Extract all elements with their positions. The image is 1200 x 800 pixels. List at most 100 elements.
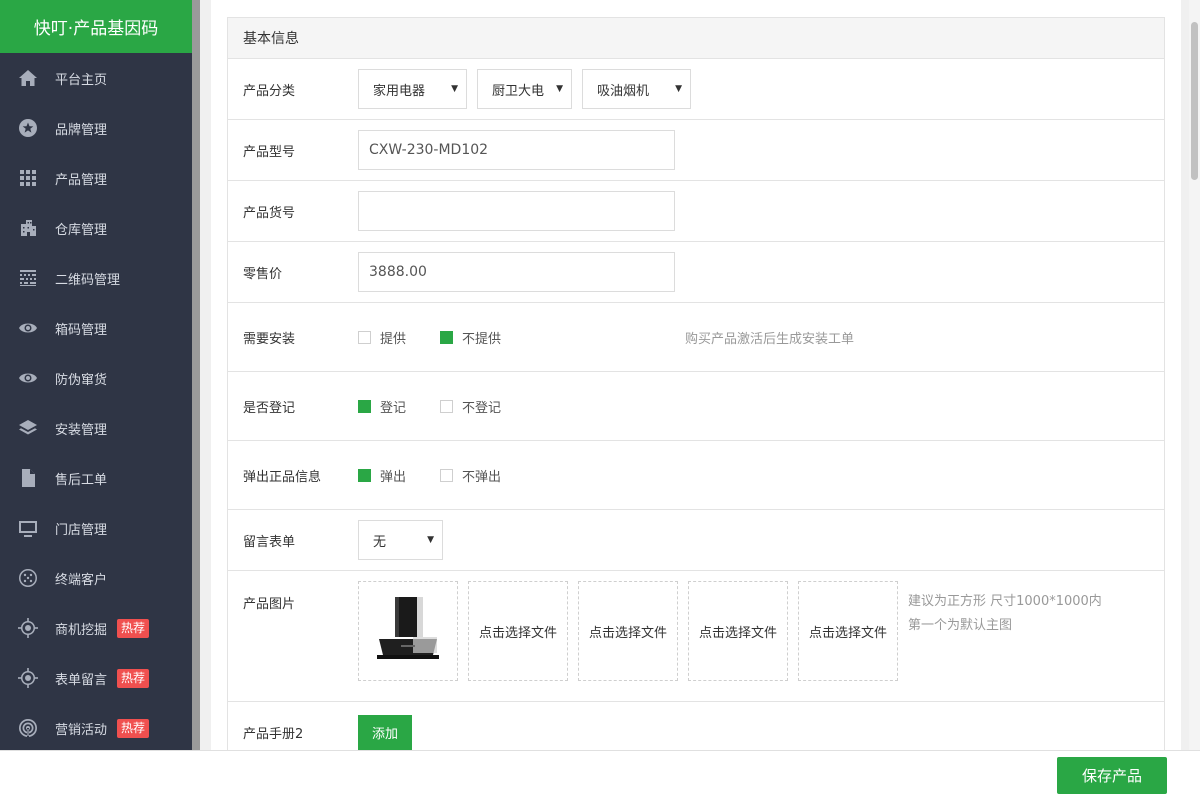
register-option-no[interactable]: 不登记 [440,397,501,416]
brand-title[interactable]: 快叮·产品基因码 [0,0,192,53]
layers-icon [17,417,39,439]
sidebar-item-opportunity[interactable]: 商机挖掘 热荐 [0,603,192,653]
option-label: 提供 [380,331,407,347]
category-select-2[interactable]: 厨卫大电 ▼ [477,69,572,109]
option-label: 不登记 [462,400,502,416]
install-option-provide[interactable]: 提供 [358,328,406,347]
globe-icon [17,567,39,589]
sidebar-item-customer[interactable]: 终端客户 [0,553,192,603]
category-select-3[interactable]: 吸油烟机 ▼ [582,69,691,109]
hot-badge: 热荐 [117,668,150,688]
bottom-action-bar: 保存产品 [0,750,1200,800]
sidebar-item-store[interactable]: 门店管理 [0,503,192,553]
image-slot-filled[interactable] [358,581,458,681]
file-icon [17,467,39,489]
broadcast-icon [17,717,39,739]
images-label: 产品图片 [243,597,296,612]
popup-option-no[interactable]: 不弹出 [440,466,501,485]
image-hint: 建议为正方形 尺寸1000*1000内 第一个为默认主图 [908,581,1102,681]
sku-row: 产品货号 [228,181,1164,242]
sidebar-item-label: 品牌管理 [55,122,108,138]
price-row: 零售价 3888.00 [228,242,1164,303]
sidebar-item-label: 表单留言 [55,672,108,688]
sidebar-item-marketing[interactable]: 营销活动 热荐 [0,703,192,753]
range-hood-image [377,597,439,659]
select-value: 厨卫大电 [492,83,545,99]
install-label: 需要安装 [243,331,296,347]
scrollbar-thumb[interactable] [1191,22,1198,180]
add-manual-button[interactable]: 添加 [358,714,412,750]
sidebar-item-anticounterfeit[interactable]: 防伪窜货 [0,353,192,403]
sidebar-item-product[interactable]: 产品管理 [0,153,192,203]
target-icon [17,617,39,639]
sku-input[interactable] [358,191,675,231]
image-slot[interactable]: 点击选择文件 [468,581,568,681]
sidebar-item-label: 门店管理 [55,522,108,538]
install-hint: 购买产品激活后生成安装工单 [685,331,855,347]
price-label: 零售价 [243,266,283,282]
grid-icon [17,167,39,189]
popup-label: 弹出正品信息 [243,469,322,485]
checkbox[interactable] [440,468,454,482]
building-icon [17,217,39,239]
model-input[interactable]: CXW-230-MD102 [358,130,675,170]
popup-row: 弹出正品信息 弹出 不弹出 [228,441,1164,510]
checkbox[interactable] [358,399,371,413]
images-row: 产品图片 点击选择文件 点击选择文件 点击选择文件 点击选择文件 建议为正方形 … [228,571,1164,702]
main-content: 基本信息 产品分类 家用电器 ▼ 厨卫大电 ▼ 吸油烟机 ▼ 产品型号 CXW-… [211,0,1181,750]
sidebar-item-label: 终端客户 [55,572,108,588]
caret-down-icon: ▼ [675,84,682,94]
eye-icon [17,367,39,389]
category-select-1[interactable]: 家用电器 ▼ [358,69,467,109]
model-row: 产品型号 CXW-230-MD102 [228,120,1164,181]
register-row: 是否登记 登记 不登记 [228,372,1164,441]
register-option-yes[interactable]: 登记 [358,397,406,416]
checkbox[interactable] [440,399,454,413]
sidebar-item-label: 产品管理 [55,172,108,188]
category-label: 产品分类 [243,83,296,99]
sidebar-item-warehouse[interactable]: 仓库管理 [0,203,192,253]
star-icon [17,117,39,139]
checkbox[interactable] [358,330,371,344]
eye-icon [17,317,39,339]
image-upload-list: 点击选择文件 点击选择文件 点击选择文件 点击选择文件 建议为正方形 尺寸100… [358,571,1102,681]
sidebar-item-label: 售后工单 [55,472,108,488]
sidebar-item-home[interactable]: 平台主页 [0,53,192,103]
target-icon [17,667,39,689]
scrollbar[interactable] [1189,0,1200,750]
message-form-row: 留言表单 无 ▼ [228,510,1164,571]
sidebar-item-brand[interactable]: 品牌管理 [0,103,192,153]
image-slot[interactable]: 点击选择文件 [688,581,788,681]
caret-down-icon: ▼ [451,84,458,94]
save-product-button[interactable]: 保存产品 [1057,757,1167,794]
image-slot[interactable]: 点击选择文件 [578,581,678,681]
sidebar-item-label: 二维码管理 [55,272,121,288]
sku-label: 产品货号 [243,205,296,221]
select-value: 无 [373,534,387,550]
sidebar-item-qrcode[interactable]: 二维码管理 [0,253,192,303]
price-input[interactable]: 3888.00 [358,252,675,292]
popup-option-yes[interactable]: 弹出 [358,466,406,485]
sidebar-item-install[interactable]: 安装管理 [0,403,192,453]
sidebar: 快叮·产品基因码 平台主页 品牌管理 产品管理 仓库管理 二维码管理 箱码管理 … [0,0,192,800]
option-label: 不弹出 [462,469,502,485]
checkbox[interactable] [440,330,454,344]
sidebar-item-label: 防伪窜货 [55,372,108,388]
option-label: 不提供 [462,331,502,347]
monitor-icon [17,517,39,539]
basic-info-form: 基本信息 产品分类 家用电器 ▼ 厨卫大电 ▼ 吸油烟机 ▼ 产品型号 CXW-… [227,17,1165,750]
sidebar-item-label: 安装管理 [55,422,108,438]
image-hint-line1: 建议为正方形 尺寸1000*1000内 [908,594,1102,609]
checkbox[interactable] [358,468,371,482]
sidebar-item-boxcode[interactable]: 箱码管理 [0,303,192,353]
install-row: 需要安装 提供 不提供 购买产品激活后生成安装工单 [228,303,1164,372]
caret-down-icon: ▼ [427,535,434,545]
sidebar-item-form-message[interactable]: 表单留言 热荐 [0,653,192,703]
sidebar-item-label: 平台主页 [55,72,108,88]
option-label: 弹出 [380,469,407,485]
install-option-not-provide[interactable]: 不提供 [440,328,501,347]
image-slot[interactable]: 点击选择文件 [798,581,898,681]
message-form-select[interactable]: 无 ▼ [358,520,443,560]
hot-badge: 热荐 [117,718,150,738]
sidebar-item-aftersale[interactable]: 售后工单 [0,453,192,503]
